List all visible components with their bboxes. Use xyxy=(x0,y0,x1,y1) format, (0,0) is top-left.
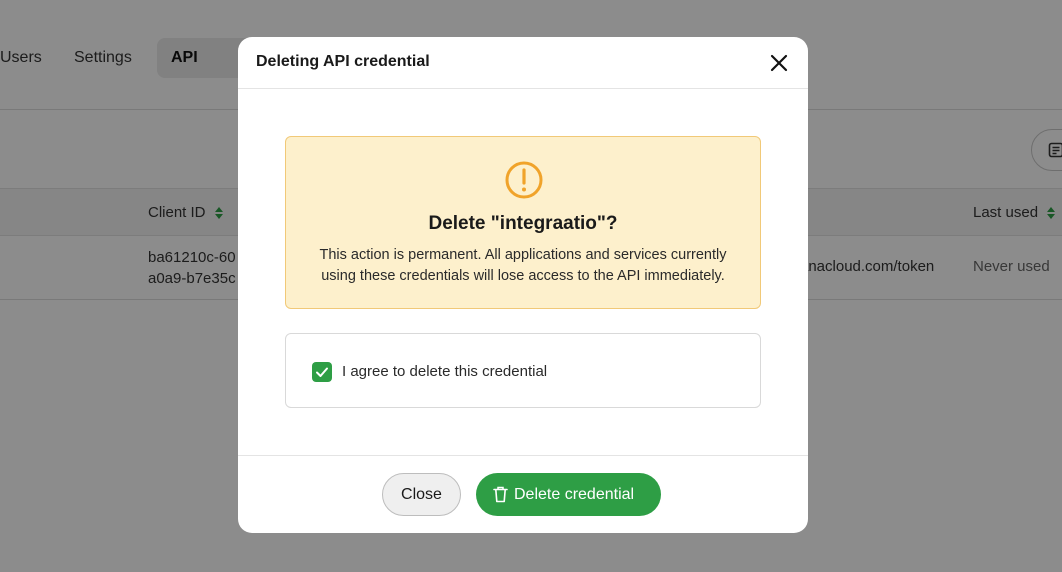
agree-panel: I agree to delete this credential xyxy=(285,333,761,408)
warning-heading: Delete "integraatio"? xyxy=(428,213,618,234)
exclamation-circle-icon xyxy=(505,161,543,199)
dialog-footer: Close Delete credential xyxy=(238,455,808,533)
dialog-title: Deleting API credential xyxy=(256,53,430,70)
close-button[interactable]: Close xyxy=(382,473,461,516)
agree-checkbox[interactable] xyxy=(312,362,332,382)
dialog-header: Deleting API credential xyxy=(238,37,808,89)
app-root: Users Settings API credentials Client ID… xyxy=(0,0,1062,572)
delete-credential-button[interactable]: Delete credential xyxy=(476,473,661,516)
warning-panel: Delete "integraatio"? This action is per… xyxy=(285,136,761,309)
agree-label[interactable]: I agree to delete this credential xyxy=(342,362,547,382)
warning-text: This action is permanent. All applicatio… xyxy=(319,247,727,284)
checkmark-icon xyxy=(316,367,328,377)
trash-icon xyxy=(493,486,508,503)
delete-button-label: Delete credential xyxy=(514,486,635,503)
delete-credential-dialog: Deleting API credential Delete "integraa… xyxy=(238,37,808,533)
close-icon[interactable] xyxy=(768,52,790,74)
